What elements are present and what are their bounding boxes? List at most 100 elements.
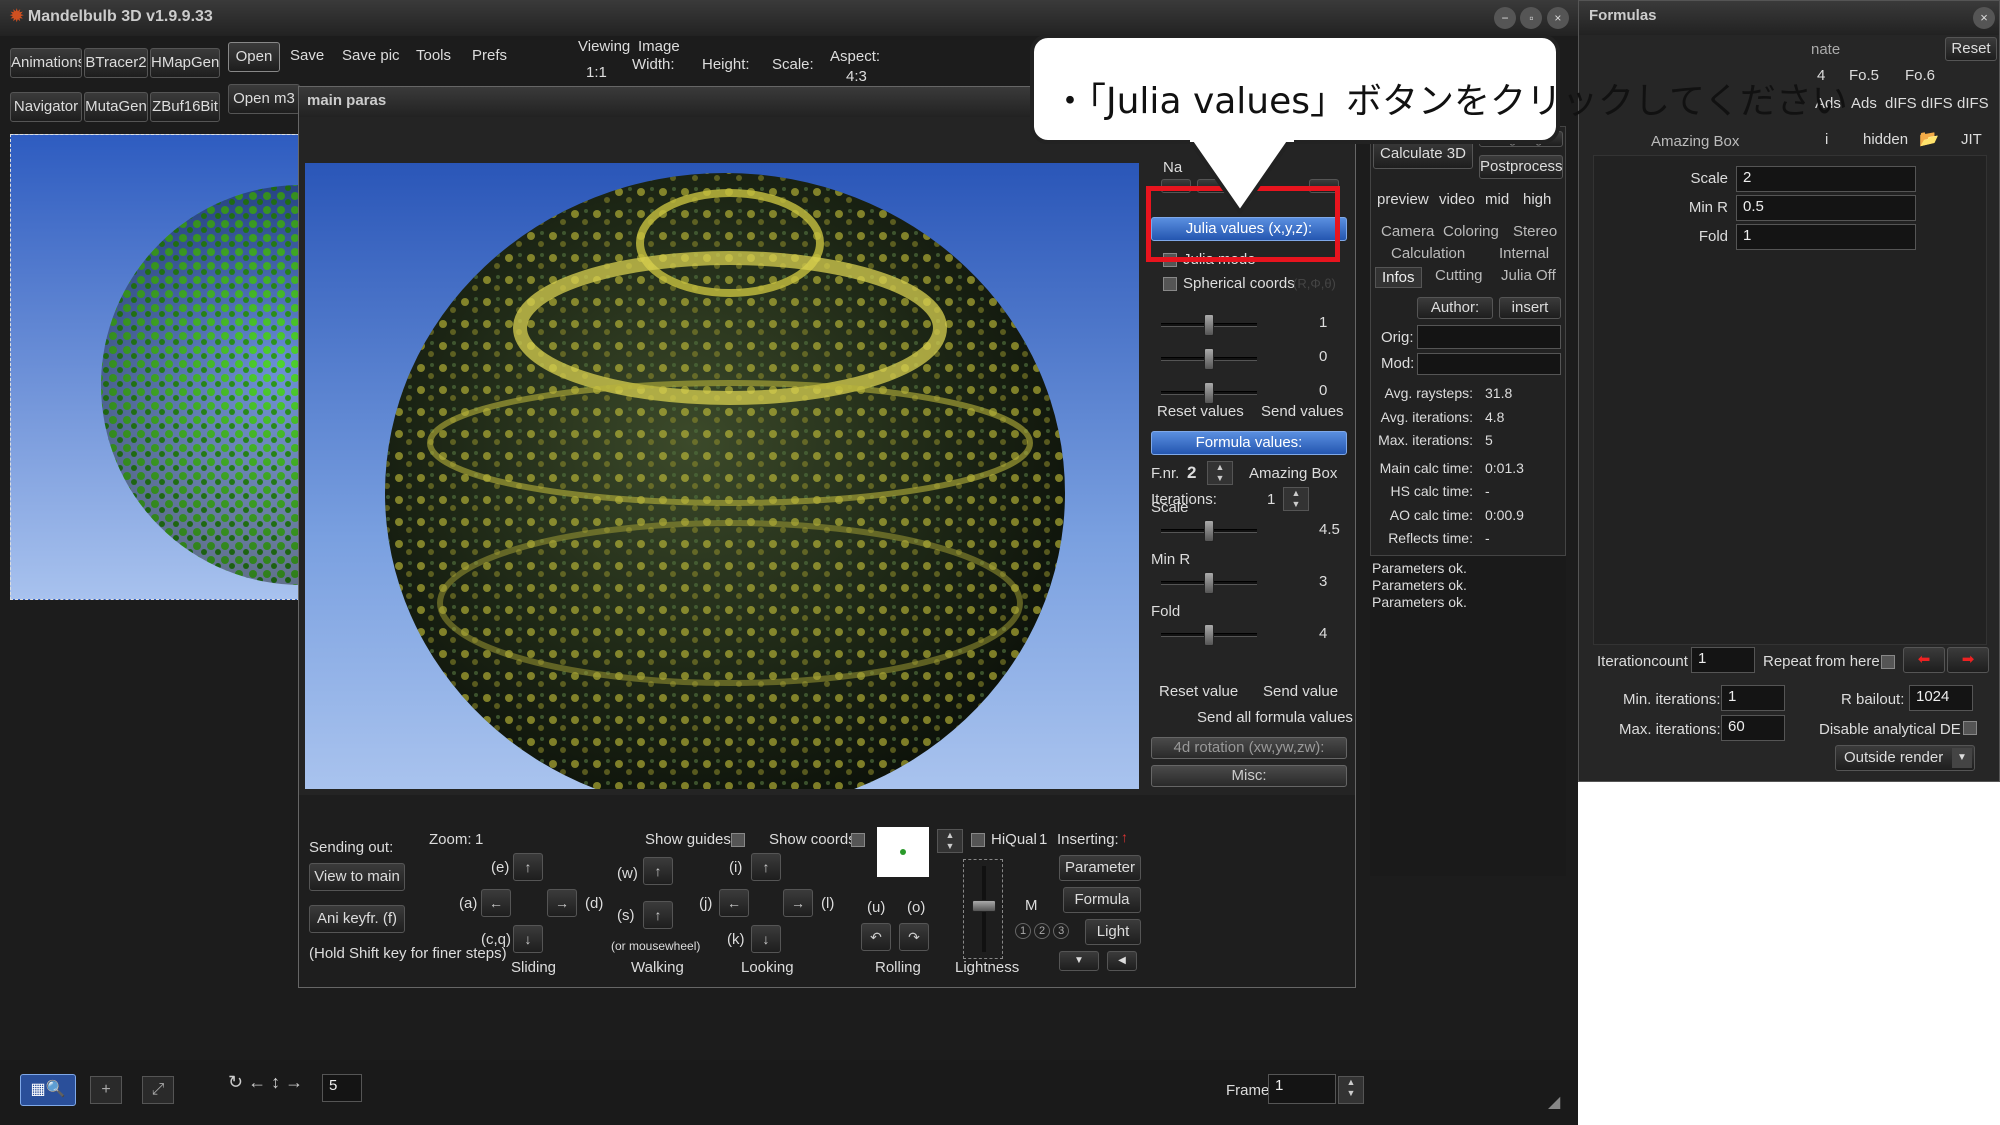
send-value-button[interactable]: Send value xyxy=(1263,683,1338,700)
formulas-close-icon[interactable]: × xyxy=(1973,7,1995,29)
formula-slider-thumb-0[interactable] xyxy=(1204,520,1214,542)
julia-slider-thumb-2[interactable] xyxy=(1204,382,1214,404)
number-button-3[interactable]: 3 xyxy=(1053,923,1070,939)
close-icon[interactable]: × xyxy=(1546,7,1569,29)
roll-right-button[interactable]: ↷ xyxy=(899,923,929,951)
slide-down-button[interactable]: ↓ xyxy=(513,925,543,953)
tab-cutting[interactable]: Cutting xyxy=(1435,267,1483,284)
tab-infos[interactable]: Infos xyxy=(1375,267,1422,288)
btracer2-button[interactable]: BTracer2 xyxy=(84,48,148,78)
tools-menu[interactable]: Tools xyxy=(416,47,451,64)
number-button-1[interactable]: 1 xyxy=(1015,923,1031,939)
look-left-button[interactable]: ← xyxy=(719,889,749,917)
frame-spinner[interactable]: ▲ ▼ xyxy=(1338,1076,1364,1104)
send-all-formula-values-button[interactable]: Send all formula values xyxy=(1197,709,1353,726)
step-field[interactable]: 5 xyxy=(322,1074,362,1102)
tab-stereo[interactable]: Stereo xyxy=(1513,223,1557,240)
walk-forward-button[interactable]: ↑ xyxy=(643,857,673,885)
select-zoom-icon[interactable]: ▦🔍 xyxy=(20,1074,76,1106)
r-bailout-field[interactable]: 1024 xyxy=(1909,685,1973,711)
show-coords-checkbox[interactable] xyxy=(851,833,865,847)
quality-high[interactable]: high xyxy=(1523,191,1551,208)
tab-difs-3[interactable]: dIFS xyxy=(1957,95,1989,112)
navigator-button[interactable]: Navigator xyxy=(10,92,82,122)
disable-de-checkbox[interactable] xyxy=(1963,721,1977,735)
insert-formula-button[interactable]: Formula xyxy=(1063,887,1141,913)
show-guides-checkbox[interactable] xyxy=(731,833,745,847)
add-icon[interactable]: + xyxy=(90,1076,122,1104)
roll-left-button[interactable]: ↶ xyxy=(861,923,891,951)
iterationcount-field[interactable]: 1 xyxy=(1691,647,1755,673)
formula-param-field-1[interactable]: 0.5 xyxy=(1736,195,1916,221)
resize-icon[interactable]: ⤢ xyxy=(142,1076,174,1104)
reset-values-button[interactable]: Reset values xyxy=(1157,403,1244,420)
left-arrow-button[interactable]: ◀ xyxy=(1107,951,1137,971)
left-preview-viewport[interactable] xyxy=(10,134,300,600)
max-iterations-field[interactable]: 60 xyxy=(1721,715,1785,741)
quality-mid[interactable]: mid xyxy=(1485,191,1509,208)
info-i-button[interactable]: i xyxy=(1825,131,1828,148)
tab-difs-2[interactable]: dIFS xyxy=(1921,95,1953,112)
formula-param-field-2[interactable]: 1 xyxy=(1736,224,1916,250)
save-pic-menu[interactable]: Save pic xyxy=(342,47,400,64)
ani-keyframe-button[interactable]: Ani keyfr. (f) xyxy=(309,905,405,933)
tab-difs-1[interactable]: dIFS xyxy=(1885,95,1917,112)
open-m3-button[interactable]: Open m3 xyxy=(228,84,300,114)
julia-slider-thumb-1[interactable] xyxy=(1204,348,1214,370)
formula-param-field-0[interactable]: 2 xyxy=(1736,166,1916,192)
formulas-reset-button[interactable]: Reset xyxy=(1945,37,1997,61)
quality-preview[interactable]: preview xyxy=(1377,191,1429,208)
mutagen-button[interactable]: MutaGen xyxy=(84,92,148,122)
formula-slider-thumb-1[interactable] xyxy=(1204,572,1214,594)
hiqual-checkbox[interactable] xyxy=(971,833,985,847)
animations-button[interactable]: Animations xyxy=(10,48,82,78)
tab-calculation[interactable]: Calculation xyxy=(1391,245,1465,262)
slide-right-button[interactable]: → xyxy=(547,889,577,917)
spherical-coords-checkbox[interactable] xyxy=(1163,277,1177,291)
insert-button[interactable]: insert xyxy=(1499,297,1561,319)
slide-left-button[interactable]: ← xyxy=(481,889,511,917)
misc-button[interactable]: Misc: xyxy=(1151,765,1347,787)
minimize-icon[interactable]: − xyxy=(1494,7,1516,29)
tab-fo6[interactable]: Fo.6 xyxy=(1905,67,1935,84)
tab-julia-off[interactable]: Julia Off xyxy=(1501,267,1556,284)
orig-field[interactable] xyxy=(1417,325,1561,349)
iterations-spinner[interactable]: ▲ ▼ xyxy=(1283,487,1309,511)
dropdown-arrow-button[interactable]: ▼ xyxy=(1059,951,1099,971)
walk-backward-button[interactable]: ↑ xyxy=(643,901,673,929)
tab-internal[interactable]: Internal xyxy=(1499,245,1549,262)
hmapgen-button[interactable]: HMapGen xyxy=(150,48,220,78)
zbuf16bit-button[interactable]: ZBuf16Bit xyxy=(150,92,220,122)
tab-fo5[interactable]: Fo.5 xyxy=(1849,67,1879,84)
lightness-slider-thumb[interactable] xyxy=(972,900,996,912)
author-button[interactable]: Author: xyxy=(1417,297,1493,319)
prev-formula-button[interactable]: ⬅ xyxy=(1903,647,1945,673)
mod-field[interactable] xyxy=(1417,353,1561,375)
fnr-spinner[interactable]: ▲ ▼ xyxy=(1207,461,1233,485)
save-menu[interactable]: Save xyxy=(290,47,324,64)
frame-field[interactable]: 1 xyxy=(1268,1074,1336,1104)
prefs-menu[interactable]: Prefs xyxy=(472,47,507,64)
next-formula-button[interactable]: ➡ xyxy=(1947,647,1989,673)
tab-coloring[interactable]: Coloring xyxy=(1443,223,1499,240)
min-iterations-field[interactable]: 1 xyxy=(1721,685,1785,711)
reset-value-button[interactable]: Reset value xyxy=(1159,683,1238,700)
look-right-button[interactable]: → xyxy=(783,889,813,917)
send-values-button[interactable]: Send values xyxy=(1261,403,1344,420)
tab-ads-2[interactable]: Ads xyxy=(1851,95,1877,112)
render-viewport[interactable] xyxy=(305,163,1139,789)
rotation-4d-button[interactable]: 4d rotation (xw,yw,zw): xyxy=(1151,737,1347,759)
postprocess-button[interactable]: Postprocess xyxy=(1479,155,1563,179)
tab-nate[interactable]: nate xyxy=(1811,41,1840,58)
number-button-2[interactable]: 2 xyxy=(1034,923,1051,939)
outside-render-select[interactable]: Outside render ▼ xyxy=(1835,745,1975,771)
look-up-button[interactable]: ↑ xyxy=(751,853,781,881)
maximize-icon[interactable]: ▫ xyxy=(1520,7,1543,29)
insert-parameter-button[interactable]: Parameter xyxy=(1059,855,1141,881)
open-button[interactable]: Open xyxy=(228,42,280,72)
quality-video[interactable]: video xyxy=(1439,191,1475,208)
tab-camera[interactable]: Camera xyxy=(1381,223,1434,240)
view-to-main-button[interactable]: View to main xyxy=(309,863,405,891)
slide-up-button[interactable]: ↑ xyxy=(513,853,543,881)
formula-values-button[interactable]: Formula values: xyxy=(1151,431,1347,455)
